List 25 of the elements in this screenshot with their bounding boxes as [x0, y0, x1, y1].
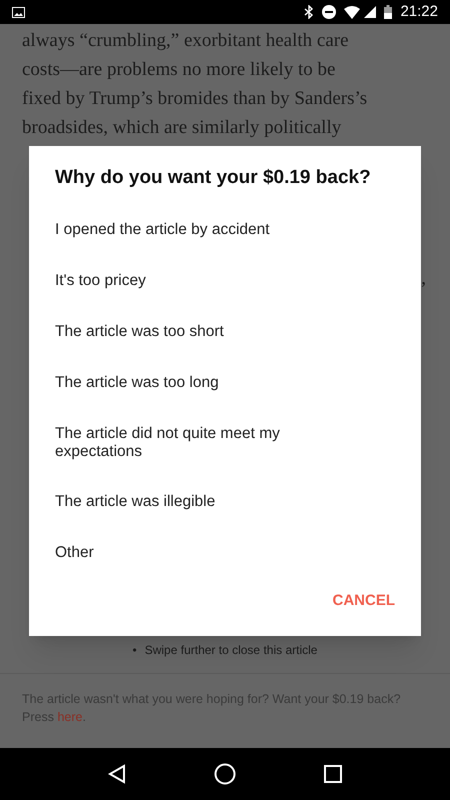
article-text-line: always “crumbling,” exorbitant health care — [22, 29, 350, 53]
reason-option[interactable]: I opened the article by accident — [55, 204, 335, 256]
recents-icon[interactable] — [324, 765, 342, 783]
reason-option[interactable]: It's too pricey — [55, 256, 335, 306]
signal-icon — [364, 6, 376, 18]
do-not-disturb-icon — [322, 5, 336, 19]
reason-option[interactable]: The article was illegible — [55, 476, 335, 528]
article-text-fragment: , — [421, 267, 426, 291]
bluetooth-icon — [304, 5, 314, 19]
wifi-icon — [344, 6, 360, 18]
article-text-line: fixed by Trump’s bromides than by Sanders’s — [22, 87, 368, 111]
bullet: • — [132, 642, 137, 659]
image-icon — [12, 6, 25, 18]
clock: 21:22 — [400, 2, 438, 22]
home-icon[interactable] — [214, 763, 236, 785]
reason-option[interactable]: The article was too long — [55, 358, 335, 408]
reason-option[interactable]: Other — [55, 528, 335, 578]
article-text-line: costs—are problems no more likely to be — [22, 58, 336, 82]
reason-option[interactable]: The article did not quite meet my expectations — [55, 408, 335, 476]
reason-option[interactable]: The article was too short — [55, 306, 335, 358]
battery-icon — [384, 5, 392, 19]
dialog-title: Why do you want your $0.19 back? — [55, 166, 372, 190]
article-text-line: broadsides, which are similarly politically — [22, 116, 342, 140]
swipe-hint: Swipe further to close this article — [144, 642, 318, 659]
back-icon[interactable] — [108, 764, 126, 784]
